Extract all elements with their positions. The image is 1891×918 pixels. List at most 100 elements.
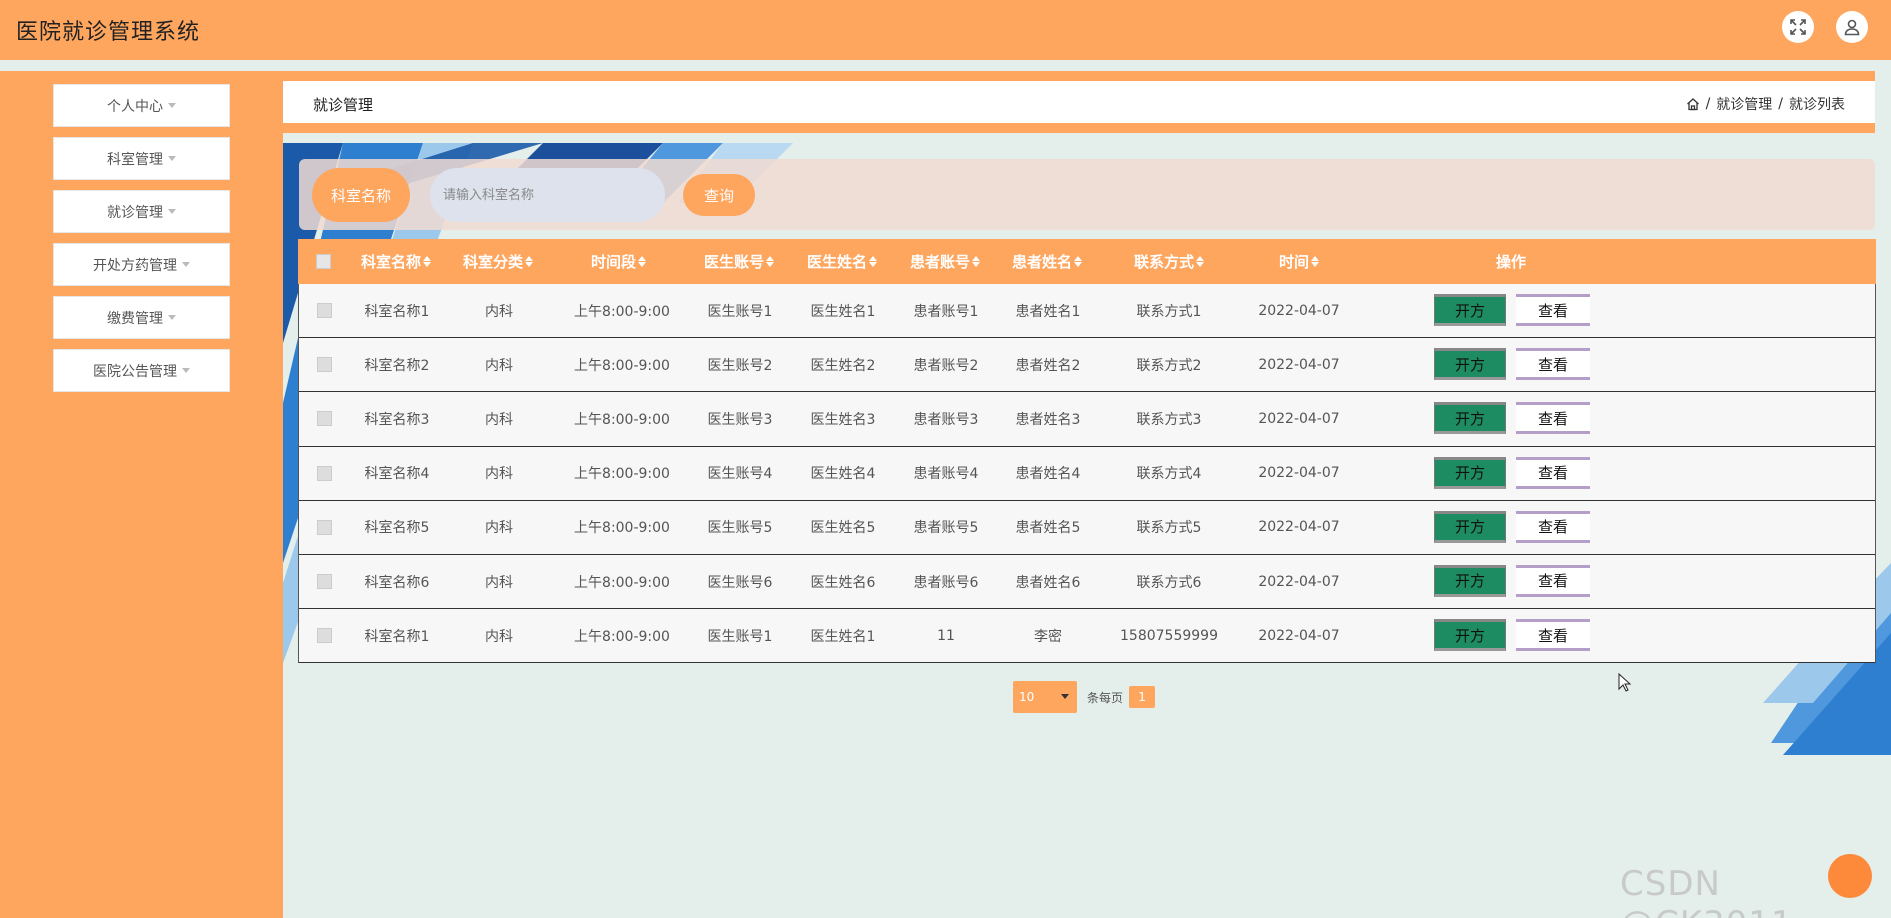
view-button[interactable]: 查看 xyxy=(1516,564,1590,597)
fullscreen-button[interactable] xyxy=(1782,11,1814,43)
cell-patient-account: 患者账号6 xyxy=(913,574,979,591)
sort-icon[interactable] xyxy=(423,256,431,267)
cell-doctor-name: 医生姓名4 xyxy=(810,466,876,483)
row-checkbox[interactable] xyxy=(316,519,332,535)
home-icon[interactable] xyxy=(1686,97,1700,111)
row-checkbox[interactable] xyxy=(316,411,332,427)
table-row: 科室名称6 内科 上午8:00-9:00 医生账号6 医生姓名6 患者账号6 患… xyxy=(299,554,1875,610)
column-header-label: 时间 xyxy=(1278,253,1309,271)
cell-doctor-name: 医生姓名6 xyxy=(810,574,876,591)
sort-icon[interactable] xyxy=(1074,256,1082,267)
department-name-search-input[interactable] xyxy=(430,168,665,222)
view-button[interactable]: 查看 xyxy=(1516,619,1590,652)
sidebar-item-department-management[interactable]: 科室管理 xyxy=(53,137,230,180)
cell-time: 2022-04-07 xyxy=(1258,465,1340,482)
cell-department-name: 科室名称1 xyxy=(364,628,430,645)
prescribe-button[interactable]: 开方 xyxy=(1434,348,1506,381)
sidebar-item-personal-center[interactable]: 个人中心 xyxy=(53,84,230,127)
view-button[interactable]: 查看 xyxy=(1516,348,1590,381)
column-header-time[interactable]: 时间 xyxy=(1253,239,1345,284)
table-row: 科室名称5 内科 上午8:00-9:00 医生账号5 医生姓名5 患者账号5 患… xyxy=(299,500,1875,555)
select-all-checkbox[interactable] xyxy=(308,239,338,284)
page-number-button[interactable]: 1 xyxy=(1129,686,1156,708)
view-button[interactable]: 查看 xyxy=(1516,294,1590,326)
sort-icon[interactable] xyxy=(1311,256,1319,267)
cell-doctor-account: 医生账号5 xyxy=(707,520,773,537)
prescribe-button[interactable]: 开方 xyxy=(1434,294,1506,326)
sidebar-item-label: 医院公告管理 xyxy=(93,363,177,380)
column-header-contact[interactable]: 联系方式 xyxy=(1123,239,1215,284)
column-header-label: 时间段 xyxy=(590,253,636,271)
breadcrumb-path: / 就诊管理 / 就诊列表 xyxy=(1686,94,1845,114)
row-checkbox[interactable] xyxy=(316,303,332,319)
column-header-doctor-account[interactable]: 医生账号 xyxy=(693,239,785,284)
page-size-value: 10 xyxy=(1019,690,1035,704)
cell-doctor-account: 医生账号1 xyxy=(707,628,773,645)
column-header-label: 医生姓名 xyxy=(806,253,867,271)
row-checkbox[interactable] xyxy=(316,574,332,590)
page-size-select[interactable]: 10 xyxy=(1013,681,1077,713)
chevron-down-icon xyxy=(168,315,176,320)
sort-icon[interactable] xyxy=(525,256,533,267)
view-button[interactable]: 查看 xyxy=(1516,510,1590,543)
sort-icon[interactable] xyxy=(1196,256,1204,267)
sidebar-item-label: 个人中心 xyxy=(107,98,163,115)
table-row: 科室名称1 内科 上午8:00-9:00 医生账号1 医生姓名1 患者账号1 患… xyxy=(299,284,1875,339)
prescribe-button[interactable]: 开方 xyxy=(1434,456,1506,489)
chevron-down-icon xyxy=(182,262,190,267)
sidebar-item-prescription-management[interactable]: 开处方药管理 xyxy=(53,243,230,286)
top-header: 医院就诊管理系统 xyxy=(0,0,1891,60)
column-header-time-slot[interactable]: 时间段 xyxy=(571,239,666,284)
column-header-patient-account[interactable]: 患者账号 xyxy=(899,239,991,284)
back-to-top-button[interactable] xyxy=(1828,854,1872,898)
view-button[interactable]: 查看 xyxy=(1516,402,1590,435)
cell-doctor-account: 医生账号4 xyxy=(707,466,773,483)
cell-patient-name: 患者姓名5 xyxy=(1015,520,1081,537)
cell-doctor-account: 医生账号6 xyxy=(707,574,773,591)
sort-icon[interactable] xyxy=(766,256,774,267)
cell-doctor-name: 医生姓名1 xyxy=(810,303,876,320)
chevron-down-icon xyxy=(182,368,190,373)
column-header-patient-name[interactable]: 患者姓名 xyxy=(1001,239,1093,284)
app-title: 医院就诊管理系统 xyxy=(16,20,201,45)
user-button[interactable] xyxy=(1836,11,1868,43)
cell-time-slot: 上午8:00-9:00 xyxy=(574,628,670,645)
user-icon xyxy=(1844,19,1860,36)
pagination: 10 条每页 1 xyxy=(1013,681,1156,713)
row-checkbox[interactable] xyxy=(316,357,332,373)
prescribe-button[interactable]: 开方 xyxy=(1434,402,1506,435)
breadcrumb-item-visit-management[interactable]: 就诊管理 xyxy=(1716,94,1772,114)
sidebar-item-label: 就诊管理 xyxy=(107,204,163,221)
cell-time-slot: 上午8:00-9:00 xyxy=(574,357,670,374)
prescribe-button[interactable]: 开方 xyxy=(1434,619,1506,652)
sort-icon[interactable] xyxy=(638,256,646,267)
sidebar-item-announcement-management[interactable]: 医院公告管理 xyxy=(53,349,230,392)
cell-time-slot: 上午8:00-9:00 xyxy=(574,574,670,591)
fullscreen-icon xyxy=(1790,19,1806,35)
column-header-label: 科室分类 xyxy=(462,253,523,271)
sort-icon[interactable] xyxy=(972,256,980,267)
breadcrumb: 就诊管理 / 就诊管理 / 就诊列表 xyxy=(283,81,1875,123)
cell-patient-name: 患者姓名6 xyxy=(1015,574,1081,591)
table-row: 科室名称3 内科 上午8:00-9:00 医生账号3 医生姓名3 患者账号3 患… xyxy=(299,392,1875,447)
column-header-department-name[interactable]: 科室名称 xyxy=(350,239,442,284)
prescribe-button[interactable]: 开方 xyxy=(1434,510,1506,543)
row-checkbox[interactable] xyxy=(316,465,332,481)
prescribe-button[interactable]: 开方 xyxy=(1434,564,1506,597)
column-header-department-category[interactable]: 科室分类 xyxy=(452,239,544,284)
sidebar-item-visit-management[interactable]: 就诊管理 xyxy=(53,190,230,233)
column-header-doctor-name[interactable]: 医生姓名 xyxy=(796,239,888,284)
chevron-down-icon xyxy=(168,103,176,108)
cell-department-category: 内科 xyxy=(485,574,513,591)
cell-department-category: 内科 xyxy=(485,520,513,537)
sort-icon[interactable] xyxy=(869,256,877,267)
cell-time: 2022-04-07 xyxy=(1258,627,1340,644)
sidebar-item-payment-management[interactable]: 缴费管理 xyxy=(53,296,230,339)
query-button[interactable]: 查询 xyxy=(683,174,755,216)
view-button[interactable]: 查看 xyxy=(1516,456,1590,489)
cell-contact: 联系方式5 xyxy=(1136,520,1202,537)
row-checkbox[interactable] xyxy=(316,628,332,644)
search-panel: 科室名称 查询 xyxy=(299,159,1875,230)
chevron-down-icon xyxy=(168,156,176,161)
checkbox[interactable] xyxy=(315,254,331,269)
